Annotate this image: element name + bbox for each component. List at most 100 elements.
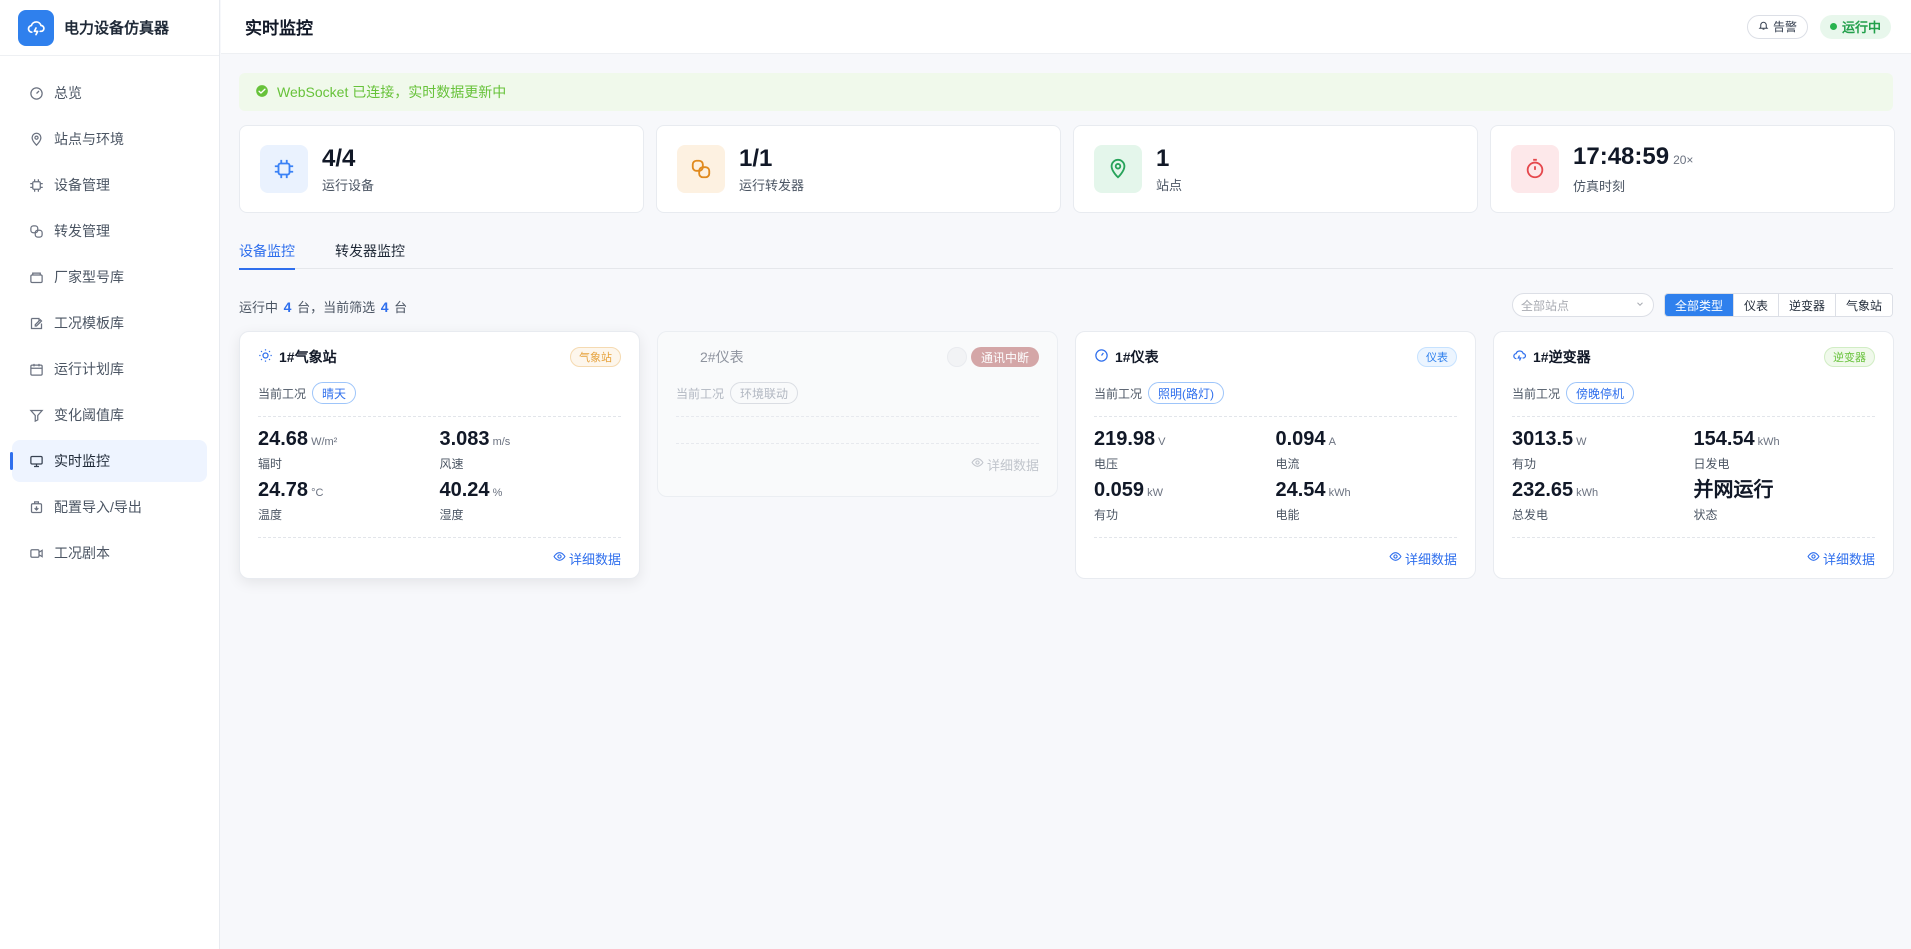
stat-card-running-devices: 4/4 运行设备: [239, 125, 644, 213]
stopwatch-icon: [1511, 145, 1559, 193]
sidebar-item-label: 厂家型号库: [54, 269, 124, 285]
sidebar-item-sites[interactable]: 站点与环境: [12, 118, 207, 160]
edit-template-icon: [28, 315, 44, 331]
type-filter-inverter[interactable]: 逆变器: [1777, 294, 1835, 316]
device-type-tag: 气象站: [570, 347, 621, 367]
cloud-bolt-icon: [1512, 348, 1527, 366]
type-filter-weather[interactable]: 气象站: [1834, 294, 1892, 316]
calendar-icon: [28, 361, 44, 377]
app-name: 电力设备仿真器: [64, 20, 170, 37]
websocket-status-banner: WebSocket 已连接，实时数据更新中: [239, 73, 1893, 111]
type-filter-all[interactable]: 全部类型: [1664, 294, 1733, 316]
sidebar-item-devices[interactable]: 设备管理: [12, 164, 207, 206]
dashboard-gauge-icon: [28, 85, 44, 101]
detail-label: 详细数据: [568, 551, 621, 567]
detail-data-link[interactable]: 详细数据: [1807, 549, 1875, 568]
metric: 并网运行 状态: [1693, 479, 1774, 522]
main-content: WebSocket 已连接，实时数据更新中 4/4 运行设备 1/1 运行转发器 1…: [221, 55, 1911, 949]
device-name: 1#仪表: [1115, 349, 1159, 365]
brand: 电力设备仿真器: [0, 0, 219, 56]
condition-row: 当前工况 环境联动: [676, 382, 1039, 404]
stat-label: 运行设备: [322, 177, 375, 193]
condition-tag: 晴天: [312, 382, 357, 404]
package-icon: [28, 269, 44, 285]
cloud-bolt-logo-icon: [18, 9, 54, 46]
sidebar-item-overview[interactable]: 总览: [12, 72, 207, 114]
detail-data-link[interactable]: 详细数据: [553, 549, 621, 568]
sidebar-item-import-export[interactable]: 配置导入/导出: [12, 486, 207, 528]
eye-icon: [971, 456, 984, 472]
metric: 24.54 kWh 电能: [1275, 479, 1351, 522]
sidebar-nav: 总览 站点与环境 设备管理 转发管理 厂家型号库 工况模板库 运行计划库 变化阈…: [0, 56, 219, 574]
metrics-grid: 219.98 V 电压 0.094 A 电流 0.059 kW 有功 24.54 kWh 电能: [1094, 417, 1457, 523]
metrics-grid: 24.68 W/m² 辐时 3.083 m/s 风速 24.78 °C 温度 40.24% 湿…: [258, 417, 621, 523]
page-title: 实时监控: [245, 19, 313, 38]
sidebar-item-realtime-monitor[interactable]: 实时监控: [10, 440, 207, 482]
websocket-status-text: WebSocket 已连接，实时数据更新中: [277, 84, 507, 100]
running-count: 4: [283, 299, 292, 315]
stat-value: 1/1: [739, 144, 773, 172]
sidebar-item-label: 变化阈值库: [54, 407, 124, 423]
stat-label: 运行转发器: [739, 177, 805, 193]
detail-data-link[interactable]: 详细数据: [971, 455, 1039, 474]
sidebar-item-forwarding[interactable]: 转发管理: [12, 210, 207, 252]
metric: 0.059 kW 有功: [1094, 479, 1163, 522]
site-select-placeholder: 全部站点: [1520, 298, 1569, 313]
check-circle-icon: [255, 84, 269, 101]
summary-middle: 台，当前筛选: [297, 300, 376, 315]
stat-value: 1: [1156, 144, 1170, 172]
run-status-badge: 运行中: [1819, 14, 1891, 39]
sim-speed: 20×: [1673, 153, 1694, 167]
link-icon: [677, 145, 725, 193]
metric: 3013.5 W 有功: [1512, 428, 1587, 471]
metric: 232.65 kWh 总发电: [1512, 479, 1599, 522]
stat-label: 仿真时刻: [1573, 179, 1626, 194]
metric: 0.094 A 电流: [1275, 428, 1336, 471]
chevron-down-icon: [1635, 298, 1645, 312]
type-filter-group: 全部类型 仪表 逆变器 气象站: [1663, 293, 1893, 317]
metrics-grid: 3013.5 W 有功 154.54 kWh 日发电 232.65 kWh 总发电 并网运行…: [1512, 417, 1875, 523]
sidebar-item-scenarios[interactable]: 工况剧本: [12, 532, 207, 574]
condition-tag: 照明(路灯): [1148, 382, 1225, 404]
device-count-summary: 运行中 4 台，当前筛选 4 台: [239, 297, 407, 316]
device-toggle[interactable]: [946, 347, 967, 367]
sidebar-item-thresholds[interactable]: 变化阈值库: [12, 394, 207, 436]
metric: 24.68 W/m² 辐时: [258, 428, 338, 471]
stat-label: 站点: [1156, 177, 1183, 193]
condition-label: 当前工况: [676, 386, 725, 401]
sidebar-item-label: 运行计划库: [54, 361, 124, 377]
stat-card-running-forwarders: 1/1 运行转发器: [656, 125, 1061, 213]
sidebar-item-templates[interactable]: 工况模板库: [12, 302, 207, 344]
site-select[interactable]: 全部站点: [1511, 293, 1654, 317]
metric: 219.98 V 电压: [1094, 428, 1166, 471]
device-card-meter-offline: 2#仪表 通讯中断 当前工况 环境联动 详细数据: [657, 331, 1058, 497]
alarm-button[interactable]: 告警: [1746, 14, 1808, 39]
monitor-icon: [28, 453, 44, 469]
sidebar-item-run-plans[interactable]: 运行计划库: [12, 348, 207, 390]
device-card-inverter: 1#逆变器 逆变器 当前工况 傍晚停机 3013.5 W 有功 154.54 kWh 日…: [1493, 331, 1894, 579]
condition-tag: 傍晚停机: [1566, 382, 1635, 404]
stat-card-sim-time: 17:48:59 20× 仿真时刻: [1490, 125, 1895, 213]
sim-time-value: 17:48:59: [1573, 143, 1670, 170]
condition-label: 当前工况: [1512, 386, 1561, 401]
detail-label: 详细数据: [1822, 551, 1875, 567]
tab-forwarder-monitor[interactable]: 转发器监控: [335, 239, 405, 269]
comm-lost-tag: 通讯中断: [970, 347, 1039, 367]
sidebar-item-vendor-models[interactable]: 厂家型号库: [12, 256, 207, 298]
eye-icon: [553, 550, 566, 566]
metric: 3.083 m/s 风速: [439, 428, 511, 471]
detail-label: 详细数据: [986, 457, 1039, 473]
top-header: 实时监控 告警 运行中: [221, 0, 1911, 54]
sidebar-item-label: 设备管理: [54, 177, 110, 193]
device-type-tag: 仪表: [1417, 347, 1457, 367]
link-icon: [28, 223, 44, 239]
device-type-tag: 逆变器: [1824, 347, 1875, 367]
stat-value: 4/4: [322, 144, 356, 172]
summary-prefix: 运行中: [239, 300, 279, 315]
detail-data-link[interactable]: 详细数据: [1389, 549, 1457, 568]
type-filter-meter[interactable]: 仪表: [1732, 294, 1778, 316]
metric: 40.24% 湿度: [439, 479, 503, 522]
tab-device-monitor[interactable]: 设备监控: [239, 239, 295, 270]
map-pin-icon: [28, 131, 44, 147]
condition-row: 当前工况 傍晚停机: [1512, 382, 1875, 404]
